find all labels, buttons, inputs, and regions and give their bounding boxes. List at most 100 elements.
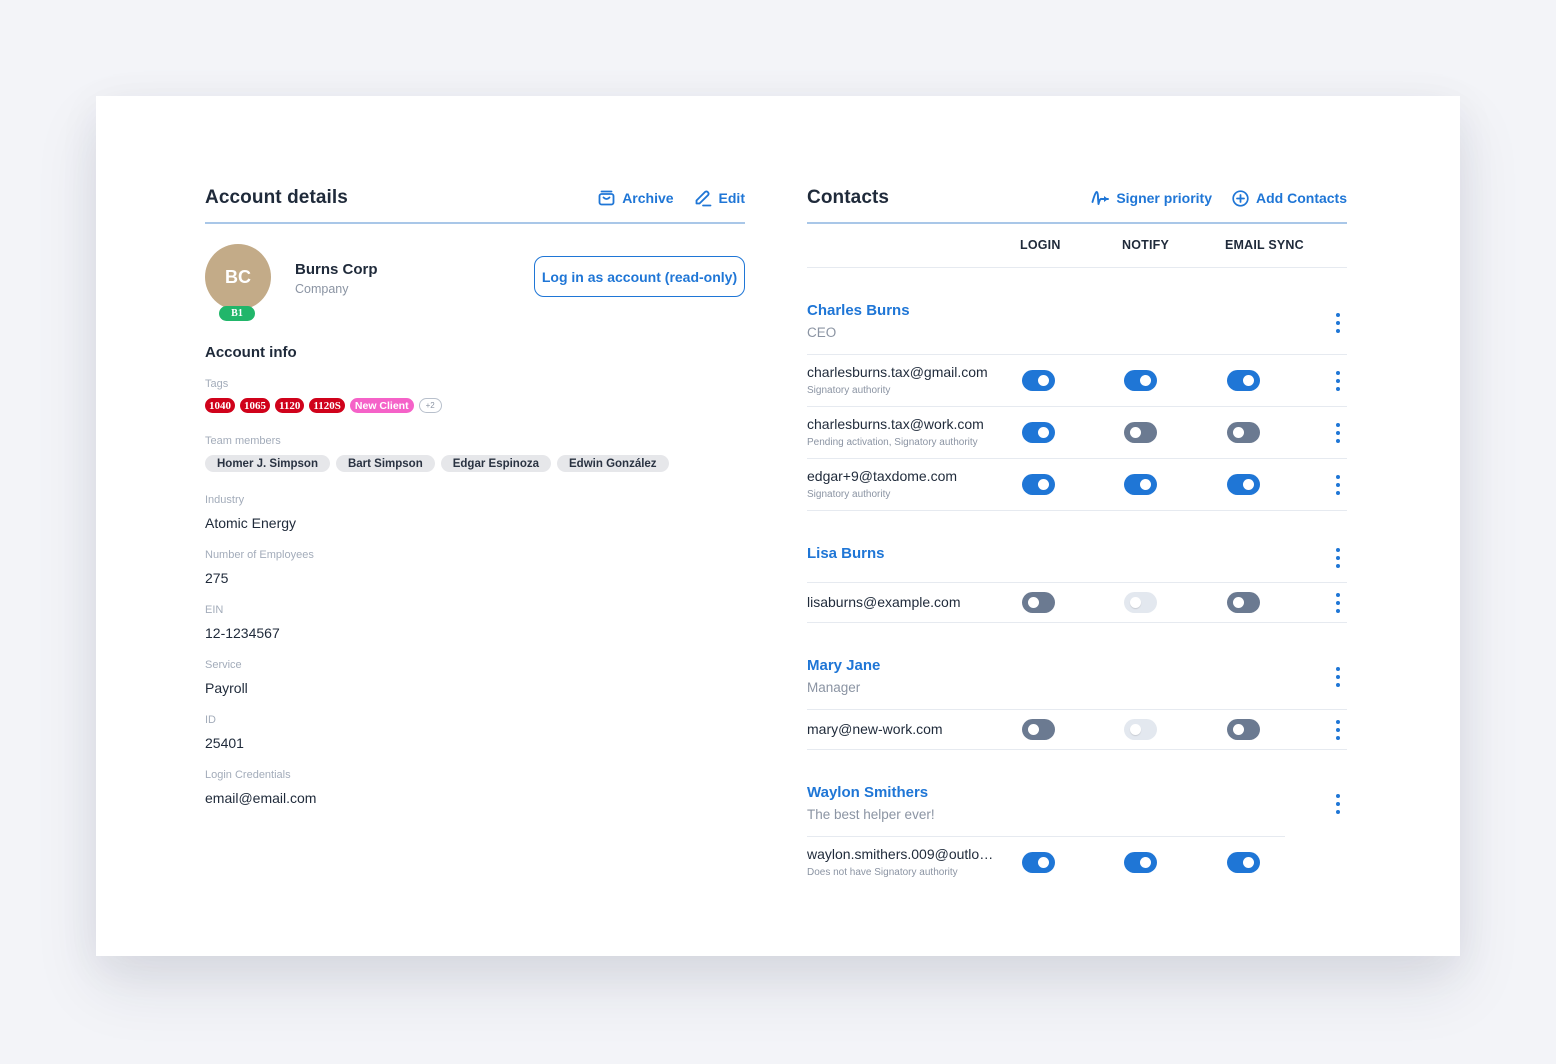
field-value: 25401 [205,735,244,751]
tag[interactable]: 1120 [275,398,305,413]
contact-header: Waylon Smithers The best helper ever! [807,750,1347,837]
contact-email-row: edgar+9@taxdome.com Signatory authority [807,459,1347,511]
more-options-icon[interactable] [1335,794,1341,814]
more-options-icon[interactable] [1335,371,1341,391]
contact-email: charlesburns.tax@work.com [807,416,984,432]
contact-email: lisaburns@example.com [807,594,961,610]
field-label: Service [205,659,242,671]
field-label: EIN [205,604,224,616]
login-toggle[interactable] [1022,592,1055,613]
column-notify: NOTIFY [1122,238,1170,252]
column-login: LOGIN [1020,238,1061,252]
email-sync-toggle[interactable] [1227,370,1260,391]
email-sync-toggle[interactable] [1227,422,1260,443]
contact-name[interactable]: Lisa Burns [807,545,885,562]
email-sync-toggle[interactable] [1227,592,1260,613]
header-divider [205,222,745,224]
login-toggle[interactable] [1022,370,1055,391]
more-options-icon[interactable] [1335,313,1341,333]
notify-toggle[interactable] [1124,852,1157,873]
field-label: Industry [205,494,245,506]
more-options-icon[interactable] [1335,548,1341,568]
contact-email-row: charlesburns.tax@gmail.com Signatory aut… [807,355,1347,407]
signer-priority-label: Signer priority [1116,190,1212,206]
account-details-title: Account details [205,187,348,208]
notify-toggle[interactable] [1124,474,1157,495]
more-options-icon[interactable] [1335,593,1341,613]
tag[interactable]: New Client [349,398,414,413]
team-members-label: Team members [205,435,281,447]
login-as-account-button[interactable]: Log in as account (read-only) [534,256,745,297]
contact-email-status: Pending activation, Signatory authority [807,437,978,448]
contacts-header: Contacts Signer priority Add Contacts [807,184,1347,212]
contact-email-row: mary@new-work.com [807,710,1347,750]
email-sync-toggle[interactable] [1227,852,1260,873]
account-info-title: Account info [205,344,297,361]
archive-button[interactable]: Archive [598,190,674,206]
notify-toggle[interactable] [1124,370,1157,391]
email-sync-toggle[interactable] [1227,719,1260,740]
team-member-chip[interactable]: Edwin González [557,455,669,472]
field-label: ID [205,714,216,726]
tag[interactable]: 1065 [240,398,270,413]
edit-button[interactable]: Edit [694,190,745,207]
archive-icon [598,190,615,206]
team-member-chip[interactable]: Edgar Espinoza [440,455,552,472]
field-value: Atomic Energy [205,515,297,531]
field-value: email@email.com [205,790,317,806]
login-toggle[interactable] [1022,422,1055,443]
contacts-title: Contacts [807,187,890,208]
account-details-panel: Account details Archive Edit BC B1 Burns… [205,184,745,806]
login-toggle[interactable] [1022,719,1055,740]
notify-toggle[interactable] [1124,592,1157,613]
tags-label: Tags [205,378,229,390]
contact-email: mary@new-work.com [807,721,943,737]
field-industry: Industry Atomic Energy [205,494,745,531]
contacts-panel: Contacts Signer priority Add Contacts LO… [807,184,1347,889]
more-tags-button[interactable]: +2 [418,398,442,413]
more-options-icon[interactable] [1335,475,1341,495]
more-options-icon[interactable] [1335,667,1341,687]
account-details-header: Account details Archive Edit [205,184,745,212]
login-toggle[interactable] [1022,852,1055,873]
contact-email-status: Does not have Signatory authority [807,867,958,878]
field-login-credentials: Login Credentials email@email.com [205,769,745,806]
account-card: Account details Archive Edit BC B1 Burns… [96,96,1460,956]
contact-email: waylon.smithers.009@outloo… [807,846,999,862]
contacts-column-headers: LOGIN NOTIFY EMAIL SYNC [807,224,1347,268]
more-options-icon[interactable] [1335,720,1341,740]
account-summary: BC B1 Burns Corp Company Log in as accou… [205,244,745,344]
contact-role: CEO [807,325,837,340]
team-member-chip[interactable]: Homer J. Simpson [205,455,330,472]
field-service: Service Payroll [205,659,745,696]
notify-toggle[interactable] [1124,719,1157,740]
field-label: Login Credentials [205,769,291,781]
login-toggle[interactable] [1022,474,1055,495]
contact-header: Lisa Burns [807,511,1347,583]
contact-email-row: waylon.smithers.009@outloo… Does not hav… [807,837,1347,889]
email-sync-toggle[interactable] [1227,474,1260,495]
contact-email-status: Signatory authority [807,489,891,500]
tag[interactable]: 1040 [205,398,235,413]
contact-email: edgar+9@taxdome.com [807,468,958,484]
avatar: BC [205,244,271,310]
contact-name[interactable]: Waylon Smithers [807,784,928,801]
plus-circle-icon [1232,189,1249,207]
contact-name[interactable]: Charles Burns [807,302,910,319]
contact-email-row: charlesburns.tax@work.com Pending activa… [807,407,1347,459]
account-name: Burns Corp [295,261,378,278]
contact-email: charlesburns.tax@gmail.com [807,364,988,380]
contact-name[interactable]: Mary Jane [807,657,880,674]
field-employees: Number of Employees 275 [205,549,745,586]
tag[interactable]: 1120S [309,398,345,413]
column-email-sync: EMAIL SYNC [1225,238,1304,252]
contact-email-status: Signatory authority [807,385,891,396]
more-options-icon[interactable] [1335,423,1341,443]
account-type: Company [295,282,349,296]
contact-email-row: lisaburns@example.com [807,583,1347,623]
team-member-chip[interactable]: Bart Simpson [335,455,435,472]
pencil-icon [694,190,712,207]
notify-toggle[interactable] [1124,422,1157,443]
add-contacts-button[interactable]: Add Contacts [1232,189,1347,207]
signer-priority-button[interactable]: Signer priority [1091,190,1212,206]
